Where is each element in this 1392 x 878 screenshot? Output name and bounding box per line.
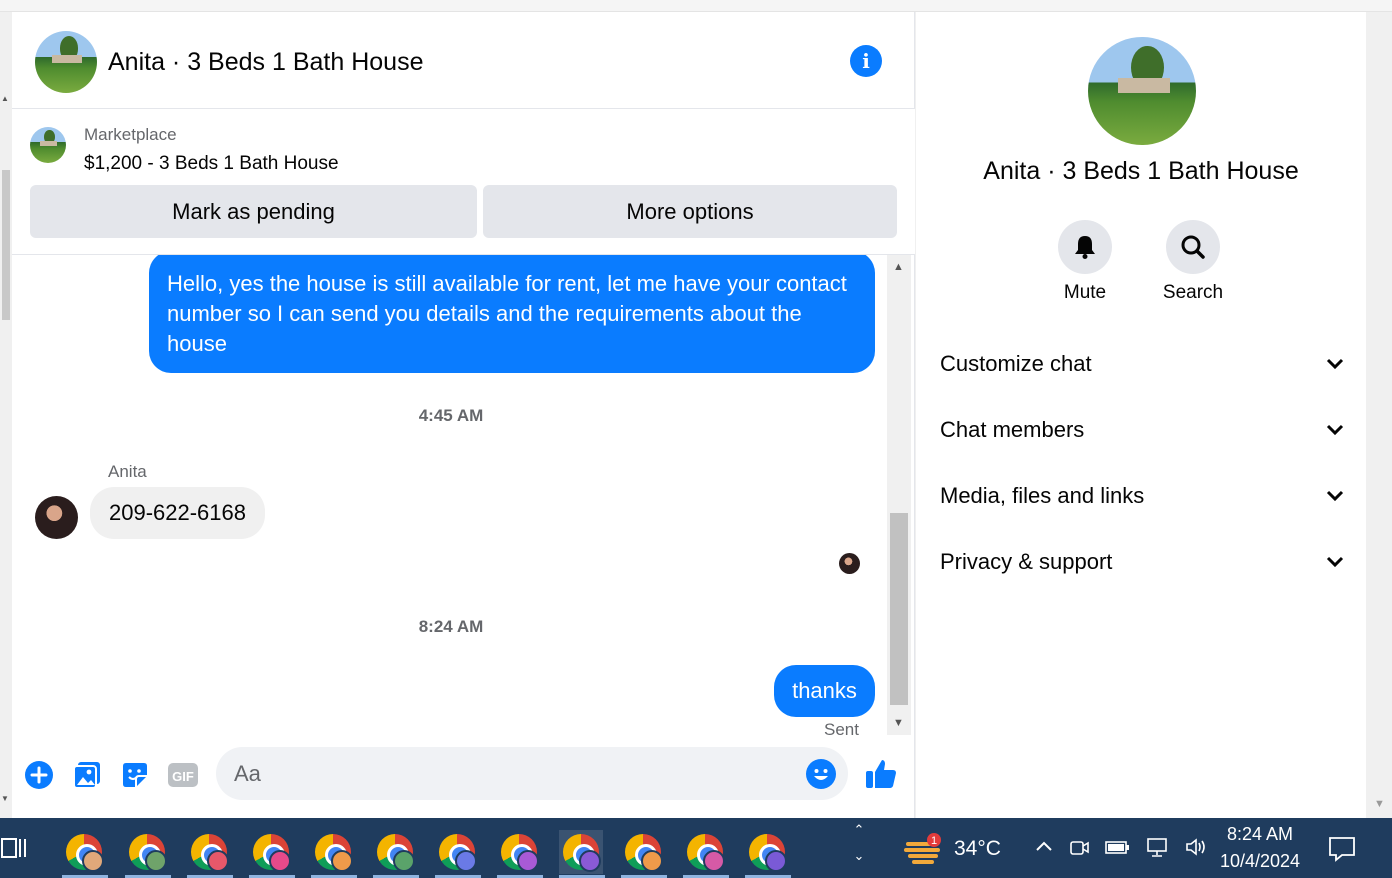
media-files-links-row[interactable]: Media, files and links [940,471,1344,521]
mark-as-pending-button[interactable]: Mark as pending [30,185,477,238]
sender-avatar[interactable] [35,496,78,539]
privacy-support-row[interactable]: Privacy & support [940,537,1344,587]
incoming-message[interactable]: 209-622-6168 [90,487,265,539]
network-icon[interactable] [1144,836,1170,858]
chevron-down-icon[interactable]: ⌄ [848,848,870,864]
search-label: Search [1162,282,1224,303]
task-view-icon[interactable] [0,836,28,860]
notification-center-icon[interactable] [1328,836,1356,867]
message-scrollbar[interactable]: ▲ ▼ [887,255,911,735]
windows-taskbar: ⌃ ⌄ 1 34°C 8:24 AM 10/4/2024 [0,818,1392,878]
outgoing-message[interactable]: Hello, yes the house is still available … [149,255,875,373]
section-label: Privacy & support [940,549,1113,574]
chrome-profile-icon[interactable] [373,830,419,878]
volume-icon[interactable] [1184,836,1208,858]
info-icon[interactable]: i [850,45,882,77]
scroll-up-icon[interactable]: ▲ [893,261,904,273]
seen-avatar [839,553,860,574]
tray-chevron-up-icon[interactable] [1034,837,1054,857]
weather-badge: 1 [931,835,937,847]
section-label: Customize chat [940,351,1092,376]
bell-icon [1075,236,1095,259]
chat-members-row[interactable]: Chat members [940,405,1344,455]
thumbs-up-icon[interactable] [864,757,898,791]
chrome-profile-icon[interactable] [435,830,481,878]
svg-text:GIF: GIF [172,769,194,784]
scroll-down-icon[interactable]: ▼ [1374,798,1385,810]
timestamp: 4:45 AM [418,406,484,425]
temperature[interactable]: 34°C [954,837,1001,861]
battery-icon[interactable] [1104,837,1130,857]
sent-status: Sent [824,720,859,735]
chrome-profile-icon[interactable] [311,830,357,878]
scroll-down-icon[interactable]: ▼ [893,717,904,729]
clock-date[interactable]: 10/4/2024 [1212,851,1308,872]
scrollbar-thumb[interactable] [890,513,908,705]
scroll-up-icon[interactable]: ▲ [1,94,9,103]
marketplace-label: Marketplace [84,125,177,144]
chevron-down-icon [1326,490,1344,502]
conversation-details-panel: Anita · 3 Beds 1 Bath House Mute Search … [916,12,1366,818]
listing-avatar[interactable] [35,31,97,93]
mute-button[interactable] [1058,220,1112,274]
chrome-profile-icon[interactable] [621,830,667,878]
message-input[interactable] [216,747,848,800]
timestamp: 8:24 AM [418,617,484,636]
profile-avatar[interactable] [1088,37,1196,145]
scrollbar-thumb[interactable] [2,170,10,320]
message-composer: GIF [12,735,915,818]
photo-gallery-icon[interactable] [71,759,103,791]
chat-window: Anita · 3 Beds 1 Bath House i Marketplac… [12,12,915,818]
marketplace-listing-card: Marketplace $1,200 - 3 Beds 1 Bath House… [12,109,915,255]
listing-title[interactable]: $1,200 - 3 Beds 1 Bath House [84,153,339,175]
page-scrollbar-left[interactable]: ▲ ▼ [0,12,12,818]
clock-time[interactable]: 8:24 AM [1212,824,1308,845]
more-options-button[interactable]: More options [483,185,897,238]
chevron-up-icon[interactable]: ⌃ [848,822,870,838]
camera-icon[interactable] [1068,836,1090,858]
weather-icon[interactable]: 1 [904,832,948,871]
taskbar-scroll[interactable]: ⌃ ⌄ [848,822,870,874]
chrome-profile-icon[interactable] [497,830,543,878]
sticker-icon[interactable] [119,759,151,791]
page-scrollbar-right[interactable]: ▼ [1366,12,1392,818]
profile-name[interactable]: Anita · 3 Beds 1 Bath House [916,157,1366,186]
chrome-profile-icon[interactable] [187,830,233,878]
scroll-down-icon[interactable]: ▼ [1,794,9,803]
section-label: Media, files and links [940,483,1145,508]
listing-thumbnail[interactable] [30,127,66,163]
search-button[interactable] [1166,220,1220,274]
customize-chat-row[interactable]: Customize chat [940,339,1344,389]
chrome-profile-icon[interactable] [249,830,295,878]
chrome-profile-icon[interactable] [683,830,729,878]
chat-header: Anita · 3 Beds 1 Bath House i [12,12,915,109]
chrome-profile-icon[interactable] [559,830,605,878]
mute-label: Mute [1063,282,1107,303]
browser-top-strip [0,0,1392,12]
system-tray [1034,836,1208,858]
sender-name: Anita [108,462,147,481]
chat-title[interactable]: Anita · 3 Beds 1 Bath House [108,48,423,77]
section-label: Chat members [940,417,1085,442]
chrome-profile-icon[interactable] [745,830,791,878]
plus-circle-icon[interactable] [23,759,55,791]
chrome-profile-icon[interactable] [125,830,171,878]
gif-icon[interactable]: GIF [167,759,199,791]
chrome-profile-icon[interactable] [62,830,108,878]
chevron-down-icon [1326,358,1344,370]
chevron-down-icon [1326,424,1344,436]
message-list: Hello, yes the house is still available … [12,255,915,735]
chevron-down-icon [1326,556,1344,568]
outgoing-message[interactable]: thanks [774,665,875,717]
emoji-icon[interactable] [806,759,836,789]
search-icon [1181,235,1205,259]
